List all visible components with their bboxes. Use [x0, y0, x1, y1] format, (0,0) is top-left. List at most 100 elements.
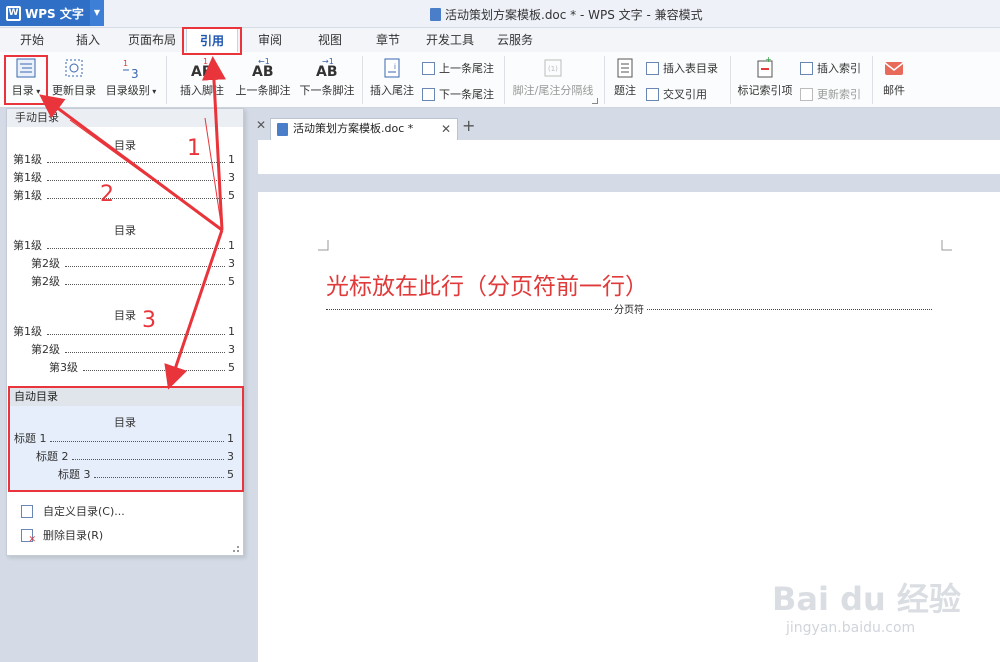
- toc-preview-line[interactable]: 第1级 3: [13, 171, 235, 185]
- document-tab-label: 活动策划方案模板.doc *: [293, 122, 414, 135]
- toc-preview-line[interactable]: 第3级 5: [49, 361, 235, 375]
- toc-level-button[interactable]: 13 目录级别 ▾: [104, 56, 158, 98]
- separator-label: 脚注/尾注分隔线: [512, 84, 594, 97]
- insert-index-button[interactable]: 插入索引: [800, 60, 861, 76]
- mail-label: 邮件: [883, 84, 905, 97]
- watermark-brand: Bai du 经验: [772, 580, 961, 618]
- next-endnote-button[interactable]: 下一条尾注: [422, 86, 494, 102]
- update-index-icon: [800, 87, 813, 101]
- tab-start[interactable]: 开始: [10, 28, 54, 52]
- insert-figure-table-label: 插入表目录: [663, 62, 718, 75]
- footnote-separator-button[interactable]: (1) 脚注/尾注分隔线: [508, 56, 598, 98]
- toc-preview-line[interactable]: 第2级 5: [31, 275, 235, 289]
- document-page: [258, 140, 1000, 174]
- mark-index-icon: +: [757, 56, 773, 78]
- ribbon-separator: [604, 56, 605, 104]
- cross-reference-button[interactable]: 交叉引用: [646, 86, 707, 102]
- caption-label: 题注: [614, 84, 636, 97]
- toc-preview-title[interactable]: 目录: [7, 137, 243, 153]
- ribbon-separator: [730, 56, 731, 104]
- tab-view[interactable]: 视图: [308, 28, 352, 52]
- prev-endnote-button[interactable]: 上一条尾注: [422, 60, 494, 76]
- update-toc-label: 更新目录: [52, 84, 96, 97]
- svg-text:→1: →1: [322, 57, 334, 66]
- insert-footnote-label: 插入脚注: [180, 84, 224, 97]
- insert-figure-table-button[interactable]: 插入表目录: [646, 60, 718, 76]
- footnote-dialog-launcher[interactable]: [592, 98, 598, 104]
- mark-index-label: 标记索引项: [737, 84, 793, 97]
- insert-endnote-button[interactable]: i 插入尾注: [368, 56, 416, 98]
- document-icon: [277, 123, 288, 136]
- svg-text:1: 1: [123, 59, 128, 68]
- ribbon-separator: [504, 56, 505, 104]
- close-tab-icon[interactable]: ✕: [441, 119, 451, 139]
- ribbon-separator: [362, 56, 363, 104]
- toc-preview-line[interactable]: 第1级 1: [13, 239, 235, 253]
- svg-text:←1: ←1: [258, 57, 270, 66]
- toc-preview-title[interactable]: 目录: [7, 307, 243, 323]
- toc-preview-line[interactable]: 第1级 5: [13, 189, 235, 203]
- ribbon-separator: [872, 56, 873, 104]
- menu-bar: 开始 插入 页面布局 引用 审阅 视图 章节 开发工具 云服务: [0, 28, 1000, 52]
- tab-insert[interactable]: 插入: [66, 28, 110, 52]
- tab-page-layout[interactable]: 页面布局: [122, 28, 182, 52]
- caption-icon: [617, 58, 633, 78]
- highlight-references-tab: [182, 27, 242, 55]
- close-tab-icon[interactable]: ✕: [256, 118, 266, 132]
- next-endnote-label: 下一条尾注: [439, 88, 494, 101]
- wps-app-menu-button[interactable]: W WPS 文字 ▼: [0, 0, 104, 26]
- highlight-auto-toc: [8, 386, 244, 492]
- toc-preview-line[interactable]: 第2级 3: [31, 257, 235, 271]
- insert-endnote-icon: i: [384, 58, 400, 78]
- mail-button[interactable]: 邮件: [878, 56, 910, 98]
- delete-toc-menu-item[interactable]: ✕ 删除目录(R): [21, 527, 104, 545]
- update-toc-button[interactable]: 更新目录: [50, 56, 98, 98]
- cross-reference-label: 交叉引用: [663, 88, 707, 101]
- prev-footnote-button[interactable]: AB ←1 上一条脚注: [234, 56, 292, 98]
- manual-toc-header: 手动目录: [7, 109, 243, 127]
- insert-footnote-button[interactable]: AB 1 插入脚注: [176, 56, 228, 98]
- app-menu-dropdown-icon[interactable]: ▼: [90, 0, 104, 26]
- custom-toc-menu-item[interactable]: 自定义目录(C)...: [21, 503, 125, 519]
- svg-text:AB: AB: [191, 64, 213, 80]
- tab-developer[interactable]: 开发工具: [420, 28, 480, 52]
- mail-icon: [884, 62, 904, 75]
- next-endnote-icon: [422, 87, 435, 101]
- toc-preview-line[interactable]: 第1级 1: [13, 325, 235, 339]
- next-footnote-label: 下一条脚注: [299, 84, 355, 97]
- toc-level-icon: 13: [123, 59, 139, 80]
- toc-preview-line[interactable]: 第2级 3: [31, 343, 235, 357]
- wps-logo-icon: W: [6, 5, 21, 21]
- custom-toc-label: 自定义目录(C)...: [43, 505, 125, 518]
- svg-text:AB: AB: [252, 64, 274, 80]
- annotation-number: 2: [100, 182, 114, 207]
- new-tab-icon[interactable]: +: [462, 116, 475, 135]
- update-index-button[interactable]: 更新索引: [800, 86, 861, 102]
- margin-corner-mark: [318, 240, 329, 251]
- document-heading[interactable]: 光标放在此行（分页符前一行）: [326, 267, 648, 301]
- svg-text:(1): (1): [548, 65, 558, 73]
- delete-toc-label: 删除目录(R): [43, 529, 104, 542]
- document-tab[interactable]: 活动策划方案模板.doc * ✕: [270, 118, 458, 140]
- annotation-number: 1: [187, 136, 201, 161]
- toc-preview-title[interactable]: 目录: [7, 222, 243, 238]
- tab-review[interactable]: 审阅: [248, 28, 292, 52]
- tab-section[interactable]: 章节: [366, 28, 410, 52]
- toc-preview-line[interactable]: 第1级 1: [13, 153, 235, 167]
- insert-footnote-icon: AB1: [191, 57, 213, 80]
- mark-index-button[interactable]: + 标记索引项: [736, 56, 794, 98]
- toc-level-label: 目录级别: [105, 84, 150, 97]
- svg-text:3: 3: [131, 67, 139, 80]
- document-icon: [430, 8, 441, 21]
- update-index-label: 更新索引: [817, 88, 861, 101]
- svg-text:i: i: [394, 63, 396, 71]
- window-title-text: 活动策划方案模板.doc * - WPS 文字 - 兼容模式: [445, 8, 703, 22]
- caption-button[interactable]: 题注: [610, 56, 640, 98]
- prev-footnote-icon: AB←1: [252, 57, 274, 80]
- insert-endnote-label: 插入尾注: [370, 84, 414, 97]
- update-toc-icon: [65, 59, 83, 77]
- next-footnote-button[interactable]: AB →1 下一条脚注: [298, 56, 356, 98]
- tab-cloud[interactable]: 云服务: [488, 28, 542, 52]
- figure-table-icon: [646, 61, 659, 75]
- resize-grip-icon[interactable]: [233, 546, 239, 552]
